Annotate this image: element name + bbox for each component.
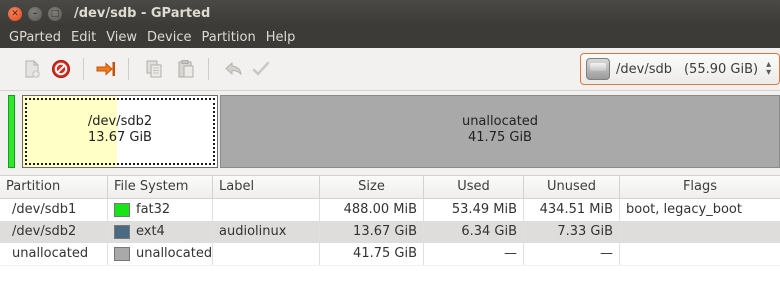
minimize-window-button[interactable]: – (28, 6, 42, 21)
close-window-button[interactable]: ✕ (8, 6, 22, 21)
sdb2-block-name: /dev/sdb2 (87, 114, 153, 129)
device-selector[interactable]: /dev/sdb (55.90 GiB) ▴ ▾ (580, 53, 780, 85)
apply-icon[interactable] (251, 59, 271, 79)
label-cell (213, 243, 320, 265)
flags-cell (620, 243, 780, 265)
menu-partition[interactable]: Partition (197, 30, 261, 45)
disk-map: /dev/sdb2 13.67 GiB unallocated 41.75 Gi… (8, 95, 780, 168)
fs-color-swatch (114, 247, 130, 261)
flags-cell: boot, legacy_boot (626, 202, 742, 217)
menu-bar: GParted Edit View Device Partition Help (0, 27, 780, 48)
unallocated-block-size: 41.75 GiB (468, 130, 532, 145)
used-cell: 53.49 MiB (424, 199, 524, 221)
used-cell: — (424, 243, 524, 265)
new-icon[interactable] (22, 59, 42, 79)
fs-color-swatch (114, 203, 130, 217)
menu-gparted[interactable]: GParted (0, 30, 66, 45)
unused-cell: 7.33 GiB (524, 221, 620, 243)
filesystem-cell: ext4 (136, 224, 165, 239)
menu-device[interactable]: Device (142, 30, 196, 45)
device-name: /dev/sdb (616, 61, 672, 77)
partition-sdb1-block[interactable] (8, 95, 15, 168)
size-cell: 488.00 MiB (320, 199, 424, 221)
partition-cell: unallocated (0, 243, 108, 265)
table-row-selected[interactable]: /dev/sdb2 ext4 audiolinux 13.67 GiB 6.34… (0, 221, 780, 243)
partition-cell: /dev/sdb1 (0, 199, 108, 221)
paste-icon[interactable] (176, 59, 196, 79)
sdb2-block-size: 13.67 GiB (88, 130, 152, 145)
size-cell: 41.75 GiB (320, 243, 424, 265)
undo-icon[interactable] (224, 59, 244, 79)
menu-edit[interactable]: Edit (66, 30, 101, 45)
filesystem-cell: fat32 (136, 202, 171, 217)
table-empty-area (0, 266, 780, 298)
device-size: (55.90 GiB) (683, 61, 759, 77)
partition-sdb2-block[interactable]: /dev/sdb2 13.67 GiB (22, 95, 218, 168)
flags-cell (620, 221, 780, 243)
unused-cell: 434.51 MiB (524, 199, 620, 221)
label-cell (213, 199, 320, 221)
maximize-window-button[interactable]: □ (48, 6, 62, 21)
label-cell: audiolinux (213, 221, 320, 243)
used-cell: 6.34 GiB (424, 221, 524, 243)
menu-view[interactable]: View (101, 30, 142, 45)
fs-color-swatch (114, 225, 130, 239)
harddisk-icon (586, 58, 610, 80)
filesystem-cell: unallocated (136, 246, 213, 261)
unallocated-block-name: unallocated (461, 114, 539, 129)
table-header: Partition File System Label Size Used Un… (0, 175, 780, 199)
resize-move-icon[interactable] (96, 59, 116, 79)
window-title: /dev/sdb - GParted (74, 6, 211, 21)
column-header-size[interactable]: Size (320, 176, 424, 198)
column-header-used[interactable]: Used (424, 176, 524, 198)
column-header-flags[interactable]: Flags (620, 176, 780, 198)
column-header-unused[interactable]: Unused (524, 176, 620, 198)
column-header-partition[interactable]: Partition (0, 176, 108, 198)
delete-icon[interactable] (51, 59, 71, 79)
table-row[interactable]: unallocated unallocated 41.75 GiB — — (0, 243, 780, 265)
menu-help[interactable]: Help (261, 30, 301, 45)
unallocated-block[interactable]: unallocated 41.75 GiB (220, 95, 780, 168)
size-cell: 13.67 GiB (320, 221, 424, 243)
partition-cell: /dev/sdb2 (0, 221, 108, 243)
title-bar: ✕ – □ /dev/sdb - GParted (0, 0, 780, 27)
partition-table: Partition File System Label Size Used Un… (0, 175, 780, 265)
column-header-filesystem[interactable]: File System (108, 176, 213, 198)
chevron-updown-icon: ▴ ▾ (766, 59, 772, 78)
column-header-label[interactable]: Label (213, 176, 320, 198)
unused-cell: — (524, 243, 620, 265)
copy-icon[interactable] (144, 59, 164, 79)
table-row[interactable]: /dev/sdb1 fat32 488.00 MiB 53.49 MiB 434… (0, 199, 780, 221)
